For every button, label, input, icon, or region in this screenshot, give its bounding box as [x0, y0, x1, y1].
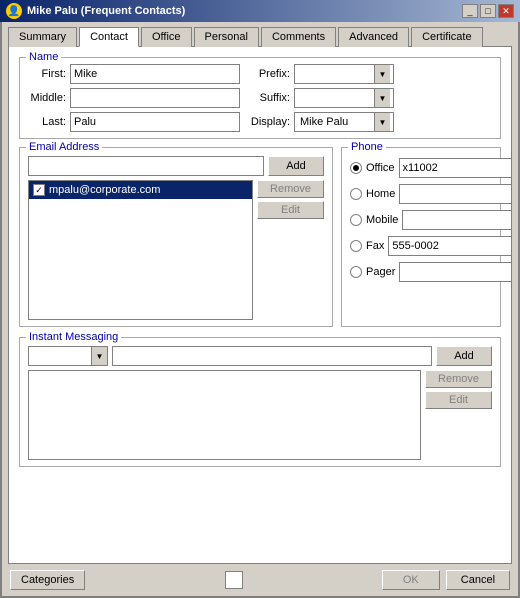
title-bar-controls: _ □ ✕ — [462, 4, 514, 18]
ok-button[interactable]: OK — [382, 570, 440, 590]
phone-input-home[interactable] — [399, 184, 512, 204]
im-list — [28, 370, 421, 460]
middle-label: Middle: — [28, 92, 66, 104]
phone-input-mobile[interactable] — [402, 210, 512, 230]
prefix-label: Prefix: — [250, 68, 290, 80]
bottom-checkbox[interactable] — [225, 571, 243, 589]
display-arrow-icon[interactable]: ▼ — [374, 113, 390, 131]
phone-radio-pager[interactable] — [350, 266, 362, 278]
phone-input-pager[interactable] — [399, 262, 512, 282]
suffix-label: Suffix: — [250, 92, 290, 104]
email-remove-button[interactable]: Remove — [257, 180, 324, 198]
prefix-combo[interactable]: ▼ — [294, 64, 394, 84]
title-bar: 👤 Mike Palu (Frequent Contacts) _ □ ✕ — [0, 0, 520, 22]
phone-radio-fax[interactable] — [350, 240, 362, 252]
tab-certificate[interactable]: Certificate — [411, 27, 483, 47]
main-window: Summary Contact Office Personal Comments… — [0, 22, 520, 598]
im-protocol-combo[interactable]: ▼ — [28, 346, 108, 366]
name-last-row: Last: Display: Mike Palu ▼ — [28, 112, 492, 132]
email-list: ✓ mpalu@corporate.com — [28, 180, 253, 320]
tab-personal[interactable]: Personal — [194, 27, 259, 47]
middle-area: Email Address Add ✓ mpalu@corporate.com … — [19, 147, 501, 327]
prefix-arrow-icon[interactable]: ▼ — [374, 65, 390, 83]
name-section-legend: Name — [26, 51, 61, 63]
im-list-area: Remove Edit — [28, 370, 492, 460]
maximize-button[interactable]: □ — [480, 4, 496, 18]
phone-row-fax: Fax — [350, 236, 492, 256]
phone-input-office[interactable] — [399, 158, 512, 178]
last-label: Last: — [28, 116, 66, 128]
phone-label-office: Office — [366, 162, 395, 174]
email-list-area: ✓ mpalu@corporate.com Remove Edit — [28, 180, 324, 320]
suffix-arrow-icon[interactable]: ▼ — [374, 89, 390, 107]
close-button[interactable]: ✕ — [498, 4, 514, 18]
email-add-button[interactable]: Add — [268, 156, 324, 176]
first-label: First: — [28, 68, 66, 80]
email-input[interactable] — [28, 156, 264, 176]
phone-label-home: Home — [366, 188, 395, 200]
phone-label-fax: Fax — [366, 240, 384, 252]
email-legend: Email Address — [26, 141, 102, 153]
email-actions: Remove Edit — [257, 180, 324, 320]
minimize-button[interactable]: _ — [462, 4, 478, 18]
phone-row-home: Home — [350, 184, 492, 204]
tab-advanced[interactable]: Advanced — [338, 27, 409, 47]
email-input-row: Add — [28, 156, 324, 176]
email-section: Email Address Add ✓ mpalu@corporate.com … — [19, 147, 333, 327]
phone-label-mobile: Mobile — [366, 214, 398, 226]
last-input[interactable] — [70, 112, 240, 132]
tab-summary[interactable]: Summary — [8, 27, 77, 47]
phone-label-pager: Pager — [366, 266, 395, 278]
tab-comments[interactable]: Comments — [261, 27, 336, 47]
phone-section: Phone Office Home — [341, 147, 501, 327]
first-input[interactable] — [70, 64, 240, 84]
im-text-input[interactable] — [112, 346, 432, 366]
phone-row-pager: Pager — [350, 262, 492, 282]
phone-radio-mobile[interactable] — [350, 214, 362, 226]
im-add-button[interactable]: Add — [436, 346, 492, 366]
im-remove-button[interactable]: Remove — [425, 370, 492, 388]
im-edit-button[interactable]: Edit — [425, 391, 492, 409]
middle-input[interactable] — [70, 88, 240, 108]
phone-legend: Phone — [348, 141, 386, 153]
tab-office[interactable]: Office — [141, 27, 192, 47]
email-address: mpalu@corporate.com — [49, 184, 160, 196]
display-value: Mike Palu — [298, 116, 374, 128]
display-combo[interactable]: Mike Palu ▼ — [294, 112, 394, 132]
im-actions: Remove Edit — [425, 370, 492, 460]
phone-radio-office[interactable] — [350, 162, 362, 174]
cancel-button[interactable]: Cancel — [446, 570, 510, 590]
suffix-combo[interactable]: ▼ — [294, 88, 394, 108]
im-section: Instant Messaging ▼ Add Remove Edit — [19, 337, 501, 467]
email-checkbox[interactable]: ✓ — [33, 184, 45, 196]
im-protocol-arrow-icon[interactable]: ▼ — [91, 347, 107, 365]
im-legend: Instant Messaging — [26, 331, 121, 343]
phone-radio-home[interactable] — [350, 188, 362, 200]
tab-content: Name First: Prefix: ▼ Middle: Suffi — [8, 46, 512, 564]
phone-row-office: Office — [350, 158, 492, 178]
email-list-item[interactable]: ✓ mpalu@corporate.com — [29, 181, 252, 199]
window-title: Mike Palu (Frequent Contacts) — [27, 5, 185, 17]
phone-row-mobile: Mobile — [350, 210, 492, 230]
phone-input-fax[interactable] — [388, 236, 512, 256]
app-icon: 👤 — [6, 3, 22, 19]
im-input-row: ▼ Add — [28, 346, 492, 366]
name-middle-row: Middle: Suffix: ▼ — [28, 88, 492, 108]
display-label: Display: — [250, 116, 290, 128]
tab-bar: Summary Contact Office Personal Comments… — [2, 22, 518, 46]
categories-button[interactable]: Categories — [10, 570, 85, 590]
name-first-row: First: Prefix: ▼ — [28, 64, 492, 84]
name-section: Name First: Prefix: ▼ Middle: Suffi — [19, 57, 501, 139]
bottom-bar: Categories OK Cancel — [2, 564, 518, 596]
tab-contact[interactable]: Contact — [79, 27, 139, 47]
email-edit-button[interactable]: Edit — [257, 201, 324, 219]
